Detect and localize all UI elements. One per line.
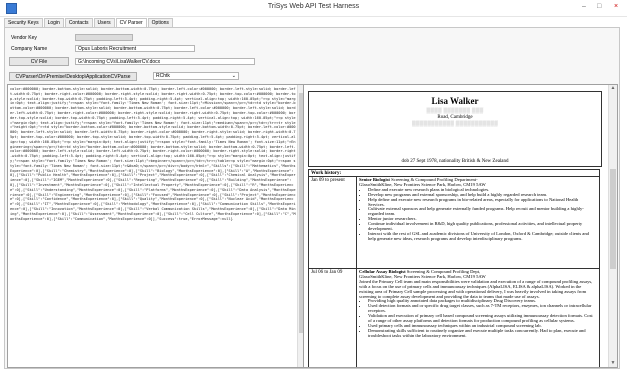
address-line: Road, Cambridge [437, 115, 473, 120]
job-bullet: Demonstrating skills sufficient to routi… [368, 328, 596, 339]
html-output-textarea[interactable]: color:#000000; border-bottom-style:solid… [7, 84, 305, 368]
maximize-button[interactable]: □ [597, 3, 601, 10]
html-output-text: color:#000000; border-bottom-style:solid… [10, 87, 296, 221]
scroll-up-icon[interactable]: ▲ [609, 85, 617, 92]
tab-contacts[interactable]: Contacts [64, 18, 93, 27]
format-select[interactable]: RChtk ⌄ [153, 72, 239, 80]
window-title: TriSys Web API Test Harness [267, 3, 360, 10]
title-bar: TriSys Web API Test Harness – □ × [0, 0, 627, 17]
job-summary: Joined the Primary Cell team and main re… [359, 278, 593, 299]
cv-parser-panel: Vendor Key Company Name Opus Laboris Rec… [4, 27, 620, 369]
address-redacted-2: ▒▒▒▒▒▒▒▒▒▒▒ ▒▒▒▒▒▒▒▒▒▒▒ [411, 122, 499, 127]
job-details: Cellular Assay Biologist Screening & Com… [359, 269, 596, 339]
job-row: Jan 09 to present Senior Biologist Scree… [308, 177, 600, 269]
cv-header-box: Lisa Walker ▒▒▒▒ ▒▒▒▒▒▒▒ ▒▒▒ Road, Cambr… [308, 91, 602, 167]
tab-strip: Security Keys Login Contacts Users CV Pa… [4, 18, 174, 28]
job-dates: Jan 09 to present [309, 177, 357, 268]
tab-security-keys[interactable]: Security Keys [4, 18, 43, 27]
scroll-down-icon[interactable]: ▼ [609, 360, 617, 367]
tab-users[interactable]: Users [93, 18, 115, 27]
job-dates: Jul 06 to Jan 09 [309, 269, 357, 367]
cv-file-path-field[interactable]: G:\Incoming CVs\LisaWalkerCV.docx [75, 58, 255, 65]
chevron-down-icon: ⌄ [231, 73, 236, 79]
work-history-heading: Work history: [308, 169, 600, 177]
tab-options[interactable]: Options [147, 18, 173, 27]
close-button[interactable]: × [614, 3, 618, 10]
preview-scroll-thumb[interactable] [610, 169, 616, 269]
cv-preview-pane[interactable]: Lisa Walker ▒▒▒▒ ▒▒▒▒▒▒▒ ▒▒▒ Road, Cambr… [303, 84, 618, 368]
format-select-value: RChtk [156, 73, 170, 79]
vendor-key-label: Vendor Key [11, 35, 37, 41]
address-redacted-1: ▒▒▒▒ ▒▒▒▒▒▒▒ ▒▒▒ [426, 109, 484, 114]
job-details: Senior Biologist Screening & Compound Pr… [359, 177, 596, 242]
candidate-name: Lisa Walker [431, 96, 479, 106]
dob-line: dob 27 Sept 1978, nationality British & … [401, 159, 509, 164]
output-path-button[interactable]: CVParser\On\Premise\Desktop\ApplicationC… [9, 72, 137, 81]
preview-scrollbar[interactable]: ▲ ▼ [608, 85, 617, 367]
job-bullet: Interact with the rest of GSL and academ… [368, 231, 596, 242]
company-name-field[interactable]: Opus Laboris Recruitment [75, 45, 195, 52]
job-row: Jul 06 to Jan 09 Cellular Assay Biologis… [308, 269, 600, 367]
cv-file-button[interactable]: CV File [9, 57, 69, 66]
minimize-button[interactable]: – [582, 3, 586, 10]
vendor-key-field[interactable] [75, 34, 133, 41]
company-name-label: Company Name [11, 46, 48, 52]
tab-login[interactable]: Login [43, 18, 64, 27]
